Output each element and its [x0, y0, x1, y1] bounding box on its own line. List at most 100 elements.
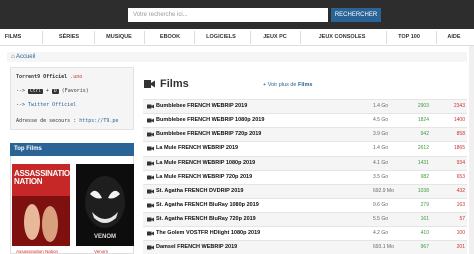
- twitter-line: --> Twitter Officiel: [16, 102, 76, 108]
- torrent-seeders: 279: [420, 202, 429, 208]
- torrent-leechers: 201: [456, 244, 465, 250]
- film-icon: [144, 80, 155, 88]
- nav-ebook[interactable]: EBOOK: [150, 29, 190, 46]
- torrent-row[interactable]: The Golem VOSTFR HDlight 1080p 2019 4.2 G…: [143, 226, 467, 240]
- torrent-title-link[interactable]: Bumblebee FRENCH WEBRIP 720p 2019: [156, 128, 261, 141]
- torrent-title-link[interactable]: The Golem VOSTFR HDlight 1080p 2019: [156, 227, 260, 240]
- torrent-title-link[interactable]: St. Agatha FRENCH BluRay 720p 2019: [156, 213, 256, 226]
- torrent-title-link[interactable]: La Mule FRENCH WEBRIP 1080p 2019: [156, 157, 255, 170]
- nav-divider: [436, 31, 437, 44]
- torrent-seeders: 1824: [417, 117, 429, 123]
- torrent-size: 1.4 Go: [373, 145, 389, 151]
- main-nav: FILMS SÉRIES MUSIQUE EBOOK LOGICIELS JEU…: [0, 29, 474, 46]
- poster-assassination-nation[interactable]: ASSASSINATION NATION: [12, 164, 70, 246]
- nav-musique[interactable]: MUSIQUE: [100, 29, 138, 46]
- nav-divider: [94, 31, 95, 44]
- poster-venom[interactable]: VENOM: [76, 164, 134, 246]
- nav-jeux-consoles[interactable]: JEUX CONSOLES: [310, 29, 374, 46]
- torrent-leechers: 163: [456, 202, 465, 208]
- torrent-size: 3.9 Go: [373, 131, 389, 137]
- torrent-leechers: 1865: [453, 145, 465, 151]
- camera-icon: [147, 203, 154, 208]
- torrent-title-link[interactable]: Bumblebee FRENCH WEBRIP 2019: [156, 100, 247, 113]
- nav-divider: [144, 31, 145, 44]
- plus-sign: +: [45, 88, 49, 94]
- poster-caption[interactable]: Venom: [94, 249, 108, 254]
- torrent-size: 4.2 Go: [373, 230, 389, 236]
- favorites-label: (Favoris): [61, 88, 89, 94]
- backup-link[interactable]: https://T9.pe: [79, 118, 118, 124]
- nav-divider: [300, 31, 301, 44]
- nav-divider: [42, 31, 43, 44]
- torrent-seeders: 2612: [417, 145, 429, 151]
- torrent-row[interactable]: La Mule FRENCH WEBRIP 2019 1.4 Go 2612 1865: [143, 141, 467, 155]
- torrent-leechers: 934: [456, 160, 465, 166]
- torrent-title-link[interactable]: La Mule FRENCH WEBRIP 720p 2019: [156, 171, 252, 184]
- torrent-row[interactable]: St. Agatha FRENCH BluRay 720p 2019 5.5 Go…: [143, 212, 467, 226]
- torrent-seeders: 2903: [417, 103, 429, 109]
- torrent-size: 5.5 Go: [373, 216, 389, 222]
- torrent-seeders: 942: [420, 131, 429, 137]
- twitter-link[interactable]: Twitter Officiel: [28, 102, 76, 108]
- torrent-row[interactable]: La Mule FRENCH WEBRIP 720p 2019 3.5 Go 982…: [143, 170, 467, 184]
- torrent-title-link[interactable]: St. Agatha FRENCH BluRay 1080p 2019: [156, 199, 259, 212]
- nav-logiciels[interactable]: LOGICIELS: [196, 29, 246, 46]
- site-tld: .uno: [70, 74, 83, 80]
- camera-icon: [147, 132, 154, 137]
- poster-caption[interactable]: Assassination Nation: [16, 249, 58, 254]
- nav-films[interactable]: FILMS: [0, 29, 26, 46]
- favorites-hint: --> Ctrl + D (Favoris): [16, 88, 89, 94]
- nav-jeux-pc[interactable]: JEUX PC: [252, 29, 298, 46]
- top-films-panel: ASSASSINATION NATION VENOM: [10, 156, 134, 254]
- torrent-row[interactable]: Damsel FRENCH WEBRIP 2019 693.1 Mo 967 201: [143, 240, 467, 254]
- backup-line: Adresse de secours : https://T9.pe: [16, 118, 118, 124]
- torrent-title-link[interactable]: Bumblebee FRENCH WEBRIP 1080p 2019: [156, 114, 264, 127]
- torrent-size: 3.5 Go: [373, 174, 389, 180]
- torrent-leechers: 1400: [453, 117, 465, 123]
- torrent-seeders: 161: [420, 216, 429, 222]
- top-bar: Votre recherche ici... RECHERCHER: [0, 0, 474, 29]
- torrent-title-link[interactable]: La Mule FRENCH WEBRIP 2019: [156, 142, 238, 155]
- backup-label: Adresse de secours :: [16, 118, 77, 124]
- torrent-size: 4.1 Go: [373, 160, 389, 166]
- torrent-leechers: 432: [456, 188, 465, 194]
- camera-icon: [147, 231, 154, 236]
- torrent-row[interactable]: Bumblebee FRENCH WEBRIP 2019 1.4 Go 2903 23…: [143, 99, 467, 113]
- camera-icon: [147, 245, 154, 250]
- breadcrumb: ⌂ Accueil: [7, 52, 467, 62]
- torrent-title-link[interactable]: Damsel FRENCH WEBRIP 2019: [156, 241, 237, 254]
- search-input[interactable]: Votre recherche ici...: [128, 8, 328, 22]
- breadcrumb-home-link[interactable]: Accueil: [16, 54, 35, 60]
- torrent-seeders: 410: [420, 230, 429, 236]
- ctrl-key: Ctrl: [28, 89, 43, 94]
- torrent-leechers: 858: [456, 131, 465, 137]
- torrent-leechers: 653: [456, 174, 465, 180]
- nav-aide[interactable]: AIDE: [440, 29, 468, 46]
- arrow-prefix: -->: [16, 88, 26, 94]
- torrent-row[interactable]: St. Agatha FRENCH DVDRIP 2019 692.9 Mo 103…: [143, 184, 467, 198]
- search-button[interactable]: RECHERCHER: [331, 8, 381, 22]
- torrent-row[interactable]: St. Agatha FRENCH BluRay 1080p 2019 9.6 G…: [143, 198, 467, 212]
- torrent-row[interactable]: Bumblebee FRENCH WEBRIP 720p 2019 3.9 Go 9…: [143, 127, 467, 141]
- scrollbar[interactable]: [469, 46, 474, 254]
- torrent-row[interactable]: Bumblebee FRENCH WEBRIP 1080p 2019 4.5 Go…: [143, 113, 467, 127]
- torrent-leechers: 2343: [453, 103, 465, 109]
- site-info-box: Torrent9 Officiel .uno --> Ctrl + D (Fav…: [10, 67, 134, 130]
- torrent-size: 1.4 Go: [373, 103, 389, 109]
- torrent-size: 693.1 Mo: [373, 244, 394, 250]
- d-key: D: [51, 89, 59, 94]
- voir-plus-link[interactable]: + Voir plus de Films: [263, 82, 312, 88]
- camera-icon: [147, 189, 154, 194]
- site-name: Torrent9 Officiel: [16, 74, 68, 80]
- camera-icon: [147, 118, 154, 123]
- torrent-seeders: 1431: [417, 160, 429, 166]
- torrent-seeders: 982: [420, 174, 429, 180]
- torrent-title-link[interactable]: St. Agatha FRENCH DVDRIP 2019: [156, 185, 243, 198]
- nav-series[interactable]: SÉRIES: [52, 29, 86, 46]
- torrent-seeders: 967: [420, 244, 429, 250]
- camera-icon: [147, 104, 154, 109]
- torrent-row[interactable]: La Mule FRENCH WEBRIP 1080p 2019 4.1 Go 14…: [143, 156, 467, 170]
- camera-icon: [147, 146, 154, 151]
- arrow-prefix: -->: [16, 102, 26, 108]
- nav-top-100[interactable]: TOP 100: [392, 29, 426, 46]
